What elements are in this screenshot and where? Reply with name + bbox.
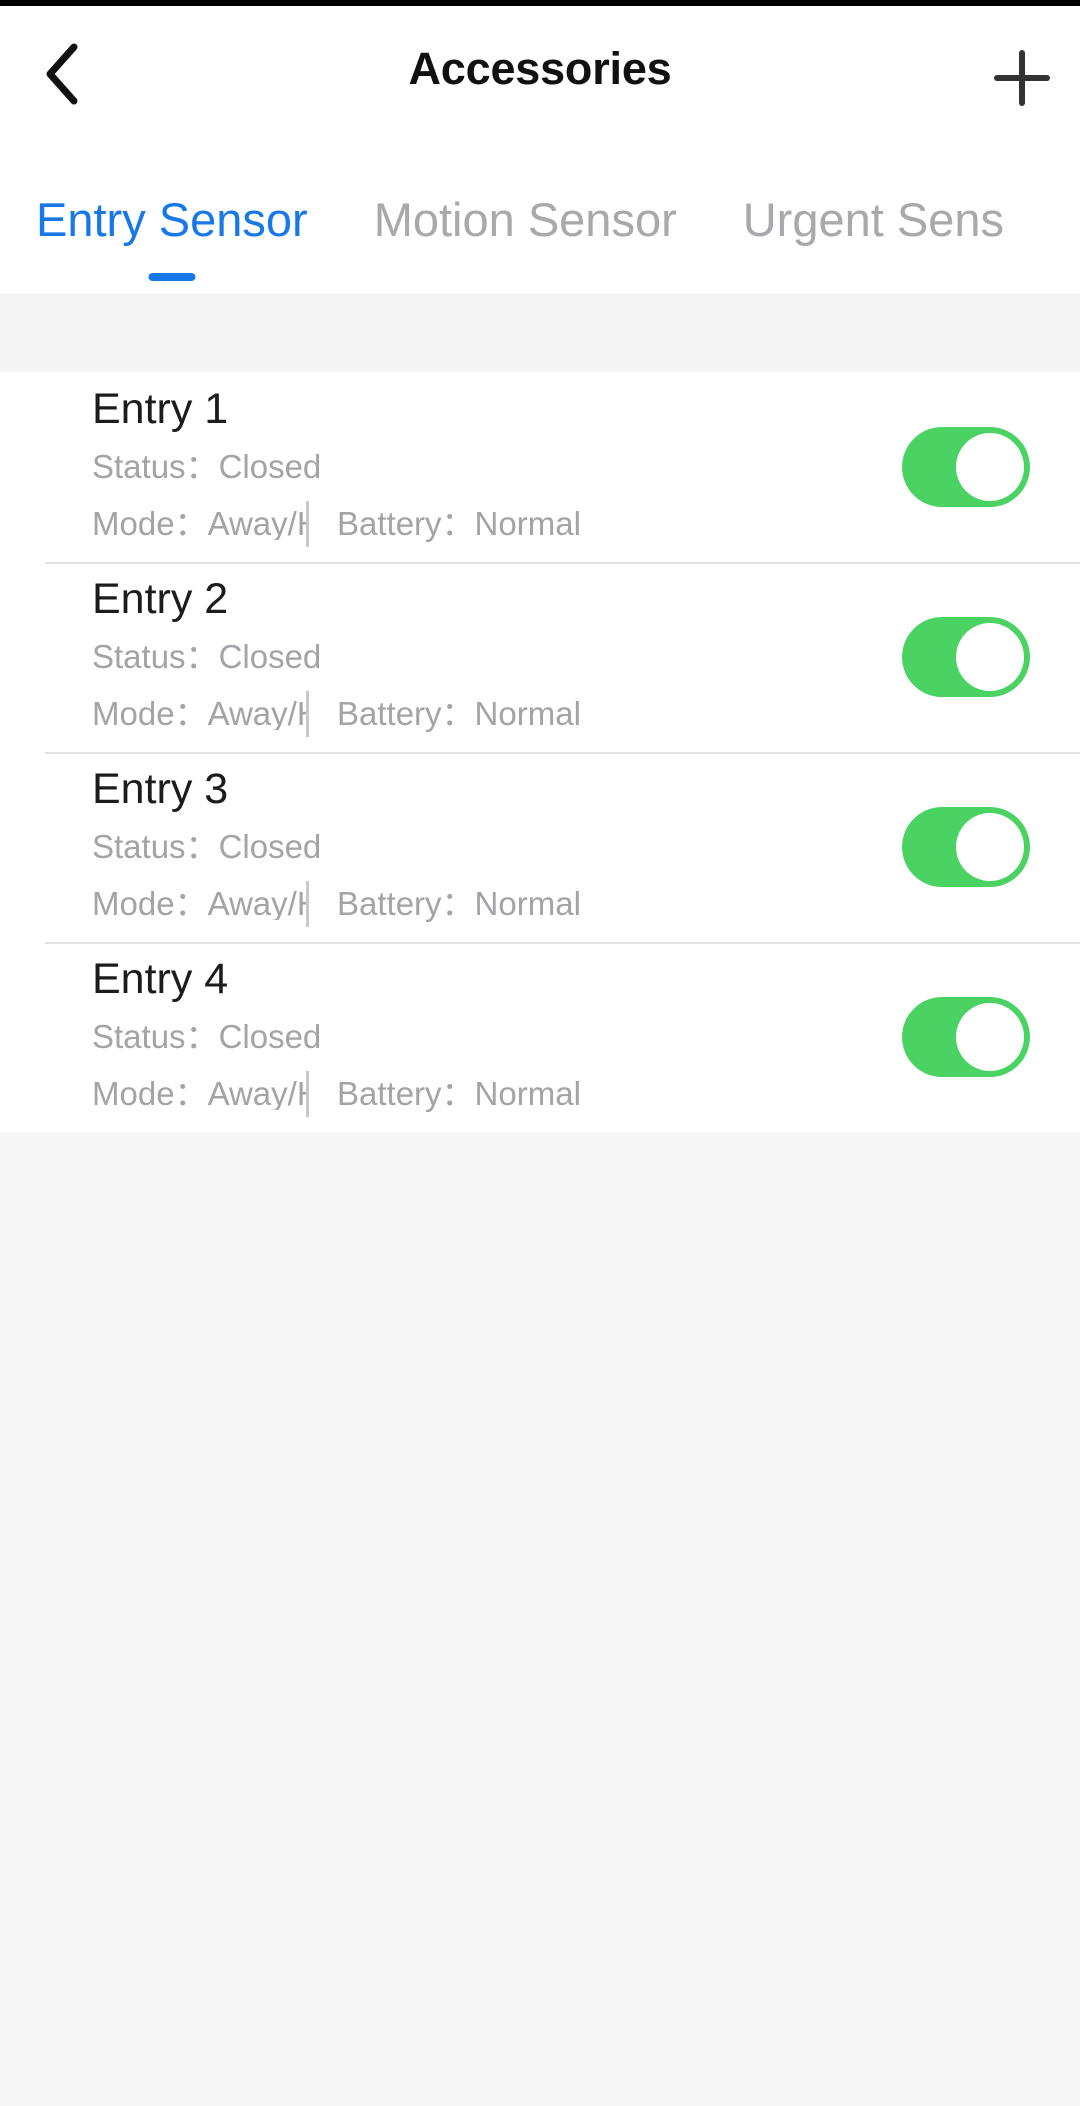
device-toggle[interactable]: [902, 997, 1030, 1077]
device-battery: Battery：Normal: [337, 887, 581, 920]
status-label: Status：: [92, 827, 219, 865]
battery-label: Battery：: [337, 1075, 475, 1112]
mode-label: Mode：: [92, 1077, 208, 1110]
device-toggle[interactable]: [902, 427, 1030, 507]
tab-entry-sensor[interactable]: Entry Sensor: [36, 131, 308, 294]
device-name: Entry 2: [92, 574, 229, 623]
battery-value: Normal: [474, 695, 581, 732]
empty-area: [0, 1392, 1080, 2106]
status-label: Status：: [92, 447, 219, 485]
mode-value: Away/H…: [207, 507, 306, 540]
accessory-list: Entry 1 Status：Closed Mode：Away/H… Batte…: [0, 372, 1080, 1132]
device-mode: Mode：Away/H…: [92, 887, 306, 920]
table-row[interactable]: Entry 3 Status：Closed Mode：Away/H… Batte…: [0, 752, 1080, 942]
device-mode: Mode：Away/H…: [92, 697, 306, 730]
battery-label: Battery：: [337, 695, 475, 732]
status-label: Status：: [92, 1017, 219, 1055]
mode-value: Away/H…: [207, 887, 306, 920]
device-info: Entry 2 Status：Closed Mode：Away/H… Batte…: [92, 562, 581, 752]
device-name: Entry 3: [92, 764, 229, 813]
toggle-knob: [956, 813, 1024, 881]
device-status: Status：Closed: [92, 450, 581, 483]
device-info: Entry 1 Status：Closed Mode：Away/H… Batte…: [92, 372, 581, 562]
tab-motion-sensor[interactable]: Motion Sensor: [374, 131, 677, 294]
device-battery: Battery：Normal: [337, 1077, 581, 1110]
battery-value: Normal: [474, 885, 581, 922]
device-meta: Mode：Away/H… Battery：Normal: [92, 690, 581, 737]
device-status: Status：Closed: [92, 640, 581, 673]
device-status: Status：Closed: [92, 1020, 581, 1053]
meta-divider: [306, 880, 309, 927]
section-spacer: [0, 294, 1080, 372]
status-label: Status：: [92, 637, 219, 675]
battery-value: Normal: [474, 1075, 581, 1112]
battery-label: Battery：: [337, 885, 475, 922]
device-meta: Mode：Away/H… Battery：Normal: [92, 500, 581, 547]
page-title: Accessories: [408, 42, 672, 94]
tab-strip[interactable]: Entry Sensor Motion Sensor Urgent Sens: [0, 131, 1070, 294]
battery-label: Battery：: [337, 505, 475, 542]
table-row[interactable]: Entry 1 Status：Closed Mode：Away/H… Batte…: [0, 372, 1080, 562]
mode-value: Away/H…: [207, 697, 306, 730]
meta-divider: [306, 1070, 309, 1117]
device-info: Entry 4 Status：Closed Mode：Away/H… Batte…: [92, 942, 581, 1132]
mode-label: Mode：: [92, 507, 208, 540]
app-screen: Accessories Entry Sensor Motion Sensor U…: [0, 0, 1080, 2106]
plus-icon: [991, 47, 1053, 109]
navigation-bar: Accessories: [0, 6, 1080, 131]
device-mode: Mode：Away/H…: [92, 507, 306, 540]
status-value: Closed: [218, 447, 322, 485]
table-row[interactable]: Entry 4 Status：Closed Mode：Away/H… Batte…: [0, 942, 1080, 1132]
device-toggle[interactable]: [902, 807, 1030, 887]
tab-bar: Entry Sensor Motion Sensor Urgent Sens: [0, 131, 1080, 294]
tab-label: Motion Sensor: [373, 193, 677, 246]
battery-value: Normal: [474, 505, 581, 542]
device-name: Entry 1: [92, 384, 229, 433]
tab-label: Urgent Sens: [742, 193, 1004, 246]
device-status: Status：Closed: [92, 830, 581, 863]
mode-label: Mode：: [92, 697, 208, 730]
device-toggle[interactable]: [902, 617, 1030, 697]
device-mode: Mode：Away/H…: [92, 1077, 306, 1110]
meta-divider: [306, 690, 309, 737]
device-meta: Mode：Away/H… Battery：Normal: [92, 1070, 581, 1117]
status-value: Closed: [218, 827, 322, 865]
tab-label: Entry Sensor: [36, 193, 308, 246]
mode-label: Mode：: [92, 887, 208, 920]
toggle-knob: [956, 623, 1024, 691]
device-name: Entry 4: [92, 954, 229, 1003]
device-battery: Battery：Normal: [337, 697, 581, 730]
toggle-knob: [956, 433, 1024, 501]
device-meta: Mode：Away/H… Battery：Normal: [92, 880, 581, 927]
tab-urgent-sensor[interactable]: Urgent Sens: [743, 131, 1004, 294]
device-battery: Battery：Normal: [337, 507, 581, 540]
active-tab-indicator: [148, 273, 196, 281]
mode-value: Away/H…: [207, 1077, 306, 1110]
table-row[interactable]: Entry 2 Status：Closed Mode：Away/H… Batte…: [0, 562, 1080, 752]
meta-divider: [306, 500, 309, 547]
status-value: Closed: [218, 637, 322, 675]
device-info: Entry 3 Status：Closed Mode：Away/H… Batte…: [92, 752, 581, 942]
add-accessory-button[interactable]: [988, 44, 1056, 112]
toggle-knob: [956, 1003, 1024, 1071]
status-value: Closed: [218, 1017, 322, 1055]
